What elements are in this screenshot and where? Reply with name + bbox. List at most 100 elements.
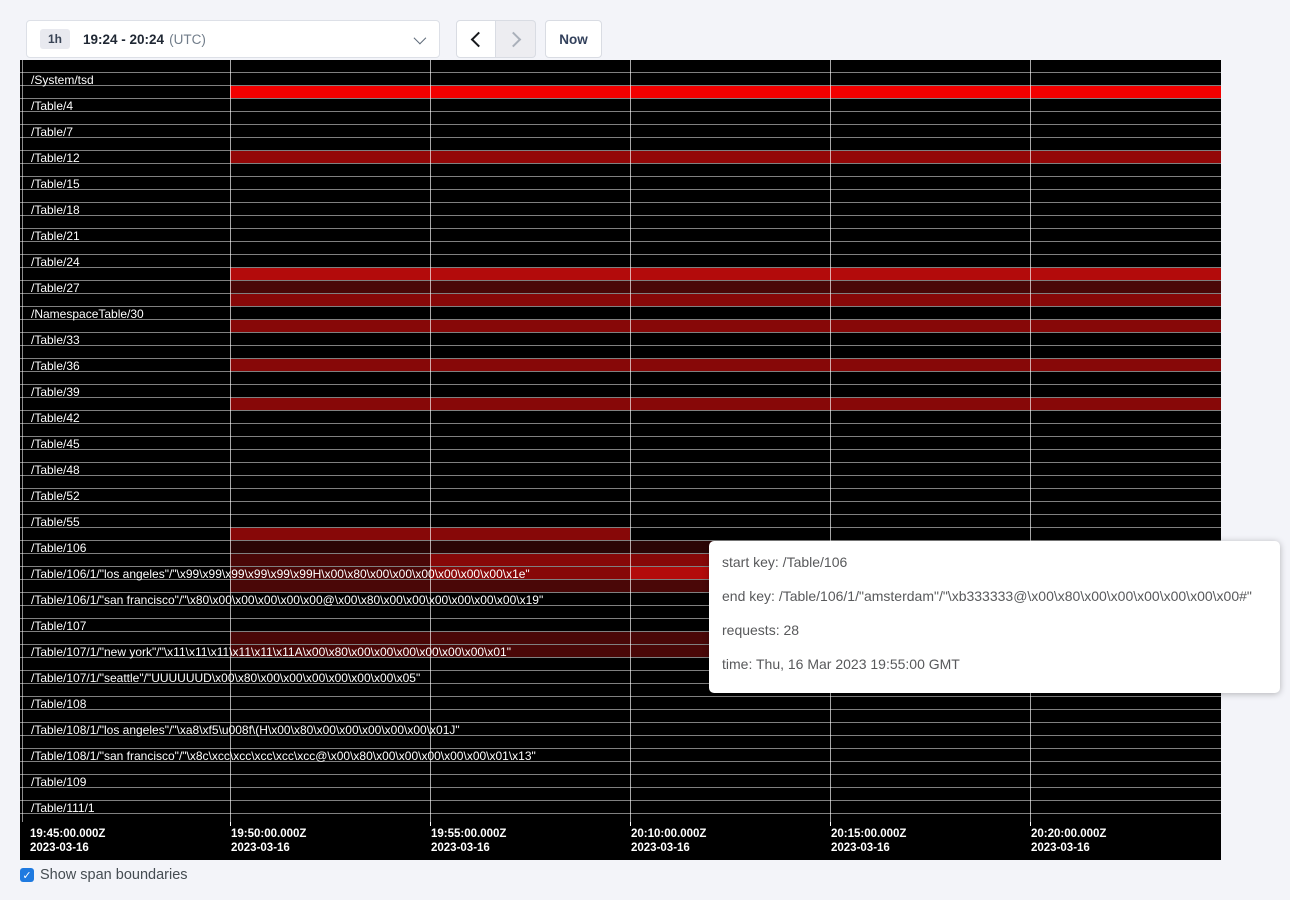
heatmap-cell[interactable] bbox=[230, 775, 430, 787]
heatmap-cell[interactable] bbox=[630, 307, 830, 319]
prev-time-button[interactable] bbox=[456, 20, 496, 58]
heatmap-cell[interactable] bbox=[430, 86, 630, 98]
heatmap-cell[interactable] bbox=[830, 320, 1030, 332]
heatmap-cell[interactable] bbox=[430, 450, 630, 462]
heatmap-cell[interactable] bbox=[20, 814, 230, 822]
heatmap-cell[interactable] bbox=[230, 268, 430, 280]
heatmap-cell[interactable] bbox=[830, 294, 1030, 306]
heatmap-cell[interactable] bbox=[430, 814, 630, 822]
heatmap-cell[interactable] bbox=[630, 294, 830, 306]
heatmap-cell[interactable] bbox=[630, 346, 830, 358]
heatmap-cell[interactable] bbox=[430, 528, 630, 540]
heatmap-cell[interactable] bbox=[430, 671, 630, 683]
heatmap-cell[interactable] bbox=[430, 255, 630, 267]
heatmap-cell[interactable] bbox=[20, 60, 230, 72]
heatmap-cell[interactable] bbox=[1030, 125, 1221, 137]
heatmap-cell[interactable] bbox=[230, 372, 430, 384]
heatmap-cell[interactable] bbox=[1030, 489, 1221, 501]
heatmap-cell[interactable] bbox=[630, 203, 830, 215]
heatmap-cell[interactable] bbox=[1030, 372, 1221, 384]
heatmap-cell[interactable] bbox=[430, 580, 630, 592]
heatmap-cell[interactable] bbox=[230, 125, 430, 137]
heatmap-cell[interactable] bbox=[1030, 710, 1221, 722]
heatmap-cell[interactable] bbox=[830, 762, 1030, 774]
heatmap-cell[interactable] bbox=[630, 268, 830, 280]
heatmap-cell[interactable] bbox=[430, 190, 630, 202]
heatmap-cell[interactable] bbox=[230, 437, 430, 449]
heatmap-cell[interactable] bbox=[230, 424, 430, 436]
heatmap-cell[interactable] bbox=[630, 710, 830, 722]
heatmap-cell[interactable] bbox=[430, 554, 630, 566]
heatmap-cell[interactable] bbox=[230, 177, 430, 189]
heatmap-cell[interactable] bbox=[20, 736, 230, 748]
heatmap-cell[interactable] bbox=[1030, 294, 1221, 306]
heatmap-cell[interactable] bbox=[430, 762, 630, 774]
heatmap-cell[interactable] bbox=[630, 372, 830, 384]
heatmap-cell[interactable] bbox=[1030, 411, 1221, 423]
heatmap-cell[interactable] bbox=[630, 489, 830, 501]
heatmap-cell[interactable] bbox=[830, 151, 1030, 163]
heatmap-cell[interactable] bbox=[830, 385, 1030, 397]
heatmap-cell[interactable] bbox=[20, 554, 230, 566]
heatmap-cell[interactable] bbox=[20, 762, 230, 774]
heatmap-cell[interactable] bbox=[630, 801, 830, 813]
heatmap-cell[interactable] bbox=[830, 86, 1030, 98]
heatmap-cell[interactable] bbox=[830, 749, 1030, 761]
heatmap-cell[interactable] bbox=[20, 164, 230, 176]
heatmap-cell[interactable] bbox=[1030, 307, 1221, 319]
heatmap-cell[interactable] bbox=[430, 684, 630, 696]
time-range-selector[interactable]: 1h 19:24 - 20:24 (UTC) bbox=[26, 20, 440, 58]
heatmap-cell[interactable] bbox=[430, 788, 630, 800]
heatmap-cell[interactable] bbox=[830, 801, 1030, 813]
heatmap-cell[interactable] bbox=[630, 463, 830, 475]
heatmap-cell[interactable] bbox=[630, 385, 830, 397]
heatmap-cell[interactable] bbox=[1030, 138, 1221, 150]
heatmap-cell[interactable] bbox=[430, 723, 630, 735]
heatmap-cell[interactable] bbox=[830, 125, 1030, 137]
heatmap-cell[interactable] bbox=[830, 177, 1030, 189]
heatmap-cell[interactable] bbox=[830, 190, 1030, 202]
heatmap-cell[interactable] bbox=[1030, 528, 1221, 540]
heatmap-cell[interactable] bbox=[630, 762, 830, 774]
heatmap-cell[interactable] bbox=[230, 112, 430, 124]
heatmap-cell[interactable] bbox=[1030, 398, 1221, 410]
heatmap-cell[interactable] bbox=[430, 125, 630, 137]
heatmap-cell[interactable] bbox=[430, 385, 630, 397]
heatmap-cell[interactable] bbox=[1030, 203, 1221, 215]
heatmap-cell[interactable] bbox=[830, 229, 1030, 241]
heatmap-cell[interactable] bbox=[830, 268, 1030, 280]
heatmap-cell[interactable] bbox=[20, 190, 230, 202]
heatmap-cell[interactable] bbox=[830, 697, 1030, 709]
heatmap-cell[interactable] bbox=[230, 450, 430, 462]
heatmap-cell[interactable] bbox=[630, 515, 830, 527]
heatmap-cell[interactable] bbox=[430, 541, 630, 553]
heatmap-cell[interactable] bbox=[230, 398, 430, 410]
heatmap-cell[interactable] bbox=[830, 372, 1030, 384]
heatmap-cell[interactable] bbox=[630, 736, 830, 748]
heatmap-cell[interactable] bbox=[830, 723, 1030, 735]
heatmap-cell[interactable] bbox=[630, 528, 830, 540]
heatmap-cell[interactable] bbox=[830, 359, 1030, 371]
heatmap-cell[interactable] bbox=[1030, 190, 1221, 202]
heatmap-cell[interactable] bbox=[1030, 424, 1221, 436]
heatmap-cell[interactable] bbox=[230, 788, 430, 800]
now-button[interactable]: Now bbox=[545, 20, 602, 58]
heatmap-cell[interactable] bbox=[430, 632, 630, 644]
heatmap-cell[interactable] bbox=[230, 281, 430, 293]
heatmap-cell[interactable] bbox=[430, 710, 630, 722]
heatmap-cell[interactable] bbox=[20, 476, 230, 488]
heatmap-cell[interactable] bbox=[20, 138, 230, 150]
heatmap-cell[interactable] bbox=[830, 528, 1030, 540]
heatmap-cell[interactable] bbox=[230, 164, 430, 176]
heatmap-cell[interactable] bbox=[630, 60, 830, 72]
heatmap-cell[interactable] bbox=[830, 710, 1030, 722]
heatmap-cell[interactable] bbox=[20, 242, 230, 254]
heatmap-cell[interactable] bbox=[1030, 346, 1221, 358]
heatmap-cell[interactable] bbox=[430, 437, 630, 449]
heatmap-cell[interactable] bbox=[230, 151, 430, 163]
heatmap-cell[interactable] bbox=[430, 411, 630, 423]
heatmap-cell[interactable] bbox=[230, 736, 430, 748]
heatmap-cell[interactable] bbox=[630, 86, 830, 98]
heatmap-cell[interactable] bbox=[1030, 86, 1221, 98]
heatmap-cell[interactable] bbox=[430, 398, 630, 410]
